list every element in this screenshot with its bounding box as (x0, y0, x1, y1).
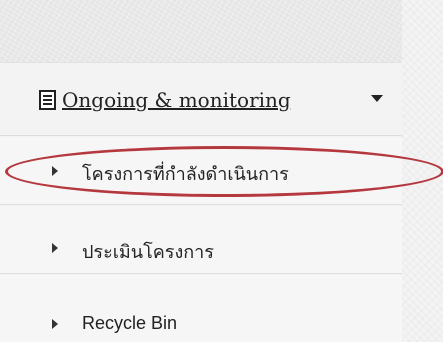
sidebar-item-label[interactable]: โครงการที่กำลังดำเนินการ (82, 159, 289, 188)
caret-right-icon (52, 319, 58, 329)
sidebar-item-recycle-bin[interactable]: Recycle Bin (0, 275, 402, 342)
caret-down-icon[interactable] (371, 95, 383, 102)
caret-right-icon (52, 166, 58, 176)
document-icon (39, 90, 56, 110)
section-label[interactable]: Ongoing & monitoring (62, 88, 291, 112)
content-background (402, 0, 443, 342)
sidebar-top-band (0, 0, 402, 63)
caret-right-icon (52, 243, 58, 253)
sidebar-item-label[interactable]: ประเมินโครงการ (82, 237, 214, 266)
sidebar-item-project-evaluation[interactable]: ประเมินโครงการ (0, 206, 402, 274)
sidebar: Ongoing & monitoring โครงการที่กำลังดำเน… (0, 0, 402, 342)
sidebar-item-ongoing-projects[interactable]: โครงการที่กำลังดำเนินการ (0, 137, 402, 205)
sidebar-item-label[interactable]: Recycle Bin (82, 313, 177, 334)
